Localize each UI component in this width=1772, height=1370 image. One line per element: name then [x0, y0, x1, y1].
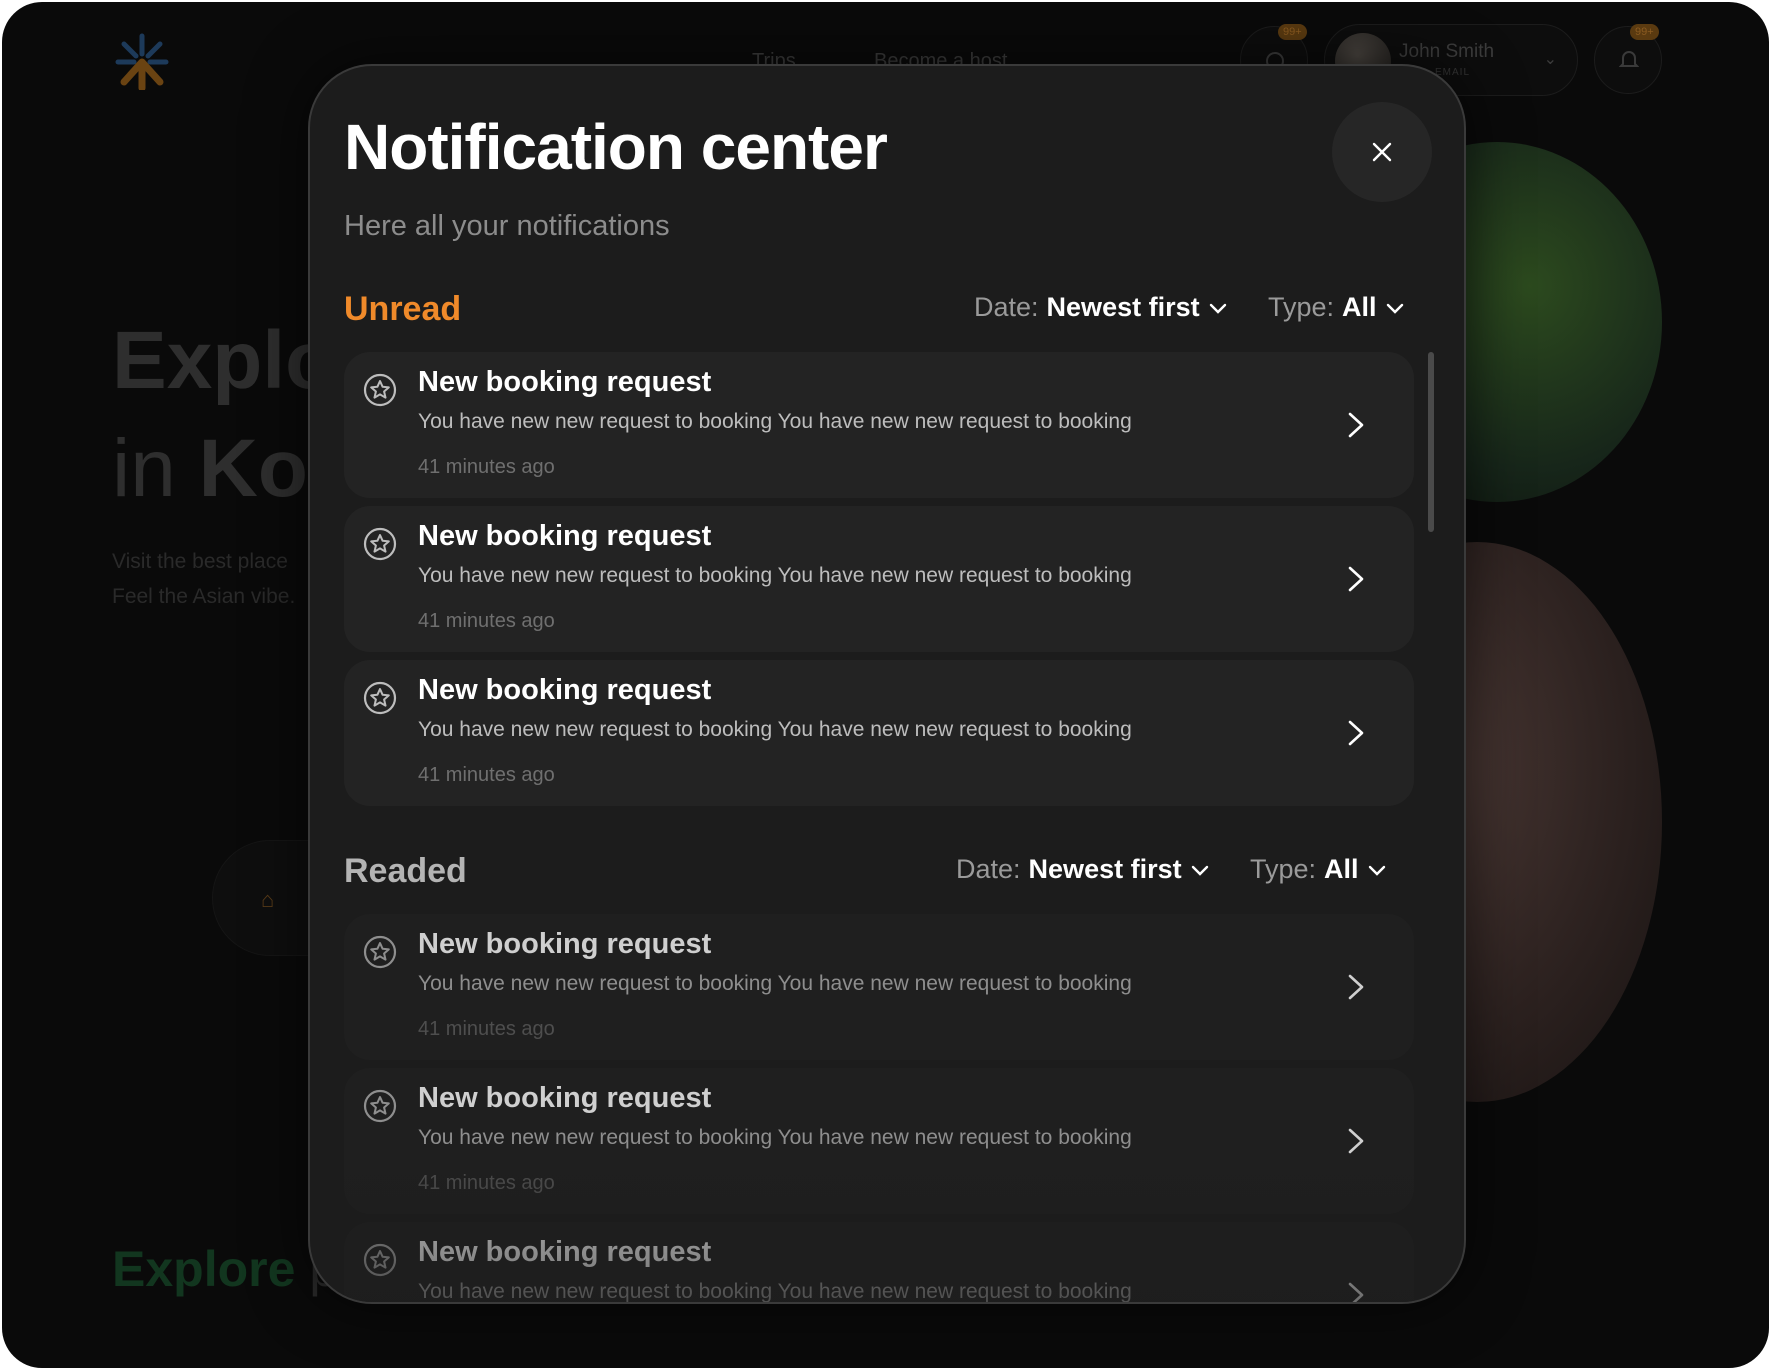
hero-sub-line-1: Visit the best place — [112, 550, 288, 573]
notification-title: New booking request — [418, 674, 712, 706]
hero-line-2-prefix: in — [112, 423, 199, 514]
hero-subtitle: Visit the best place Feel the Asian vibe… — [112, 544, 295, 614]
notification-title: New booking request — [418, 366, 712, 398]
notification-body: You have new new request to booking You … — [418, 1280, 1132, 1303]
star-badge-icon — [363, 935, 397, 969]
modal-title: Notification center — [344, 111, 888, 183]
messages-badge: 99+ — [1278, 24, 1307, 40]
notification-body: You have new new request to booking You … — [418, 718, 1132, 741]
notification-time: 41 minutes ago — [418, 764, 555, 786]
notification-time: 41 minutes ago — [418, 456, 555, 478]
chevron-down-icon — [1191, 865, 1208, 876]
notification-time: 41 minutes ago — [418, 1172, 555, 1194]
readed-heading: Readed — [344, 852, 467, 890]
logo-icon — [115, 33, 169, 90]
notification-body: You have new new request to booking You … — [418, 1126, 1132, 1149]
close-button[interactable] — [1332, 102, 1432, 202]
type-filter-label: Type: — [1268, 292, 1335, 322]
unread-type-filter[interactable]: Type: All — [1268, 292, 1405, 323]
notification-item[interactable]: New booking request You have new new req… — [344, 352, 1414, 498]
type-filter-value: All — [1342, 292, 1377, 322]
notification-item[interactable]: New booking request You have new new req… — [344, 1068, 1414, 1214]
notification-title: New booking request — [418, 1082, 712, 1114]
notification-body: You have new new request to booking You … — [418, 972, 1132, 995]
star-badge-icon — [363, 1243, 397, 1277]
chevron-right-icon — [1348, 1282, 1364, 1302]
notification-item[interactable]: New booking request You have new new req… — [344, 914, 1414, 1060]
hero-title: Explo in Kor — [112, 307, 340, 523]
type-filter-label: Type: — [1250, 854, 1317, 884]
chevron-down-icon — [1386, 303, 1403, 314]
notification-title: New booking request — [418, 520, 712, 552]
bell-icon — [1619, 51, 1639, 67]
modal-subtitle: Here all your notifications — [344, 210, 670, 242]
notification-item[interactable]: New booking request You have new new req… — [344, 660, 1414, 806]
star-badge-icon — [363, 681, 397, 715]
explore-heading: Explore p — [112, 1240, 337, 1298]
notifications-badge: 99+ — [1630, 24, 1659, 40]
unread-date-filter[interactable]: Date: Newest first — [974, 292, 1228, 323]
user-name: John Smith — [1399, 41, 1495, 62]
hero-sub-line-2: Feel the Asian vibe. — [112, 585, 296, 608]
chevron-down-icon — [1368, 865, 1385, 876]
notification-title: New booking request — [418, 1236, 712, 1268]
notification-title: New booking request — [418, 928, 712, 960]
home-icon: ⌂ — [261, 887, 275, 912]
star-badge-icon — [363, 1089, 397, 1123]
date-filter-label: Date: — [956, 854, 1021, 884]
readed-type-filter[interactable]: Type: All — [1250, 854, 1387, 885]
hero-line-1: Explo — [112, 315, 336, 406]
notification-item[interactable]: New booking request You have new new req… — [344, 1222, 1414, 1303]
scrollbar[interactable] — [1428, 352, 1434, 532]
star-badge-icon — [363, 527, 397, 561]
chevron-right-icon — [1348, 412, 1364, 438]
notification-body: You have new new request to booking You … — [418, 564, 1132, 587]
close-icon — [1372, 142, 1392, 162]
notification-item[interactable]: New booking request You have new new req… — [344, 506, 1414, 652]
chevron-down-icon — [1209, 303, 1226, 314]
chevron-right-icon — [1348, 1128, 1364, 1154]
app-frame: Trips Become a host 99+ John Smith EMAIL… — [2, 2, 1769, 1368]
chevron-right-icon — [1348, 566, 1364, 592]
chevron-right-icon — [1348, 720, 1364, 746]
type-filter-value: All — [1324, 854, 1359, 884]
date-filter-value: Newest first — [1046, 292, 1200, 322]
notification-time: 41 minutes ago — [418, 610, 555, 632]
chevron-down-icon: ⌄ — [1543, 51, 1557, 68]
notification-time: 41 minutes ago — [418, 1018, 555, 1040]
star-badge-icon — [363, 373, 397, 407]
notification-modal: Notification center Here all your notifi… — [308, 64, 1466, 1304]
date-filter-value: Newest first — [1028, 854, 1182, 884]
notification-body: You have new new request to booking You … — [418, 410, 1132, 433]
chevron-right-icon — [1348, 974, 1364, 1000]
date-filter-label: Date: — [974, 292, 1039, 322]
unread-heading: Unread — [344, 290, 462, 328]
readed-date-filter[interactable]: Date: Newest first — [956, 854, 1210, 885]
explore-title: Explore — [112, 1241, 296, 1297]
